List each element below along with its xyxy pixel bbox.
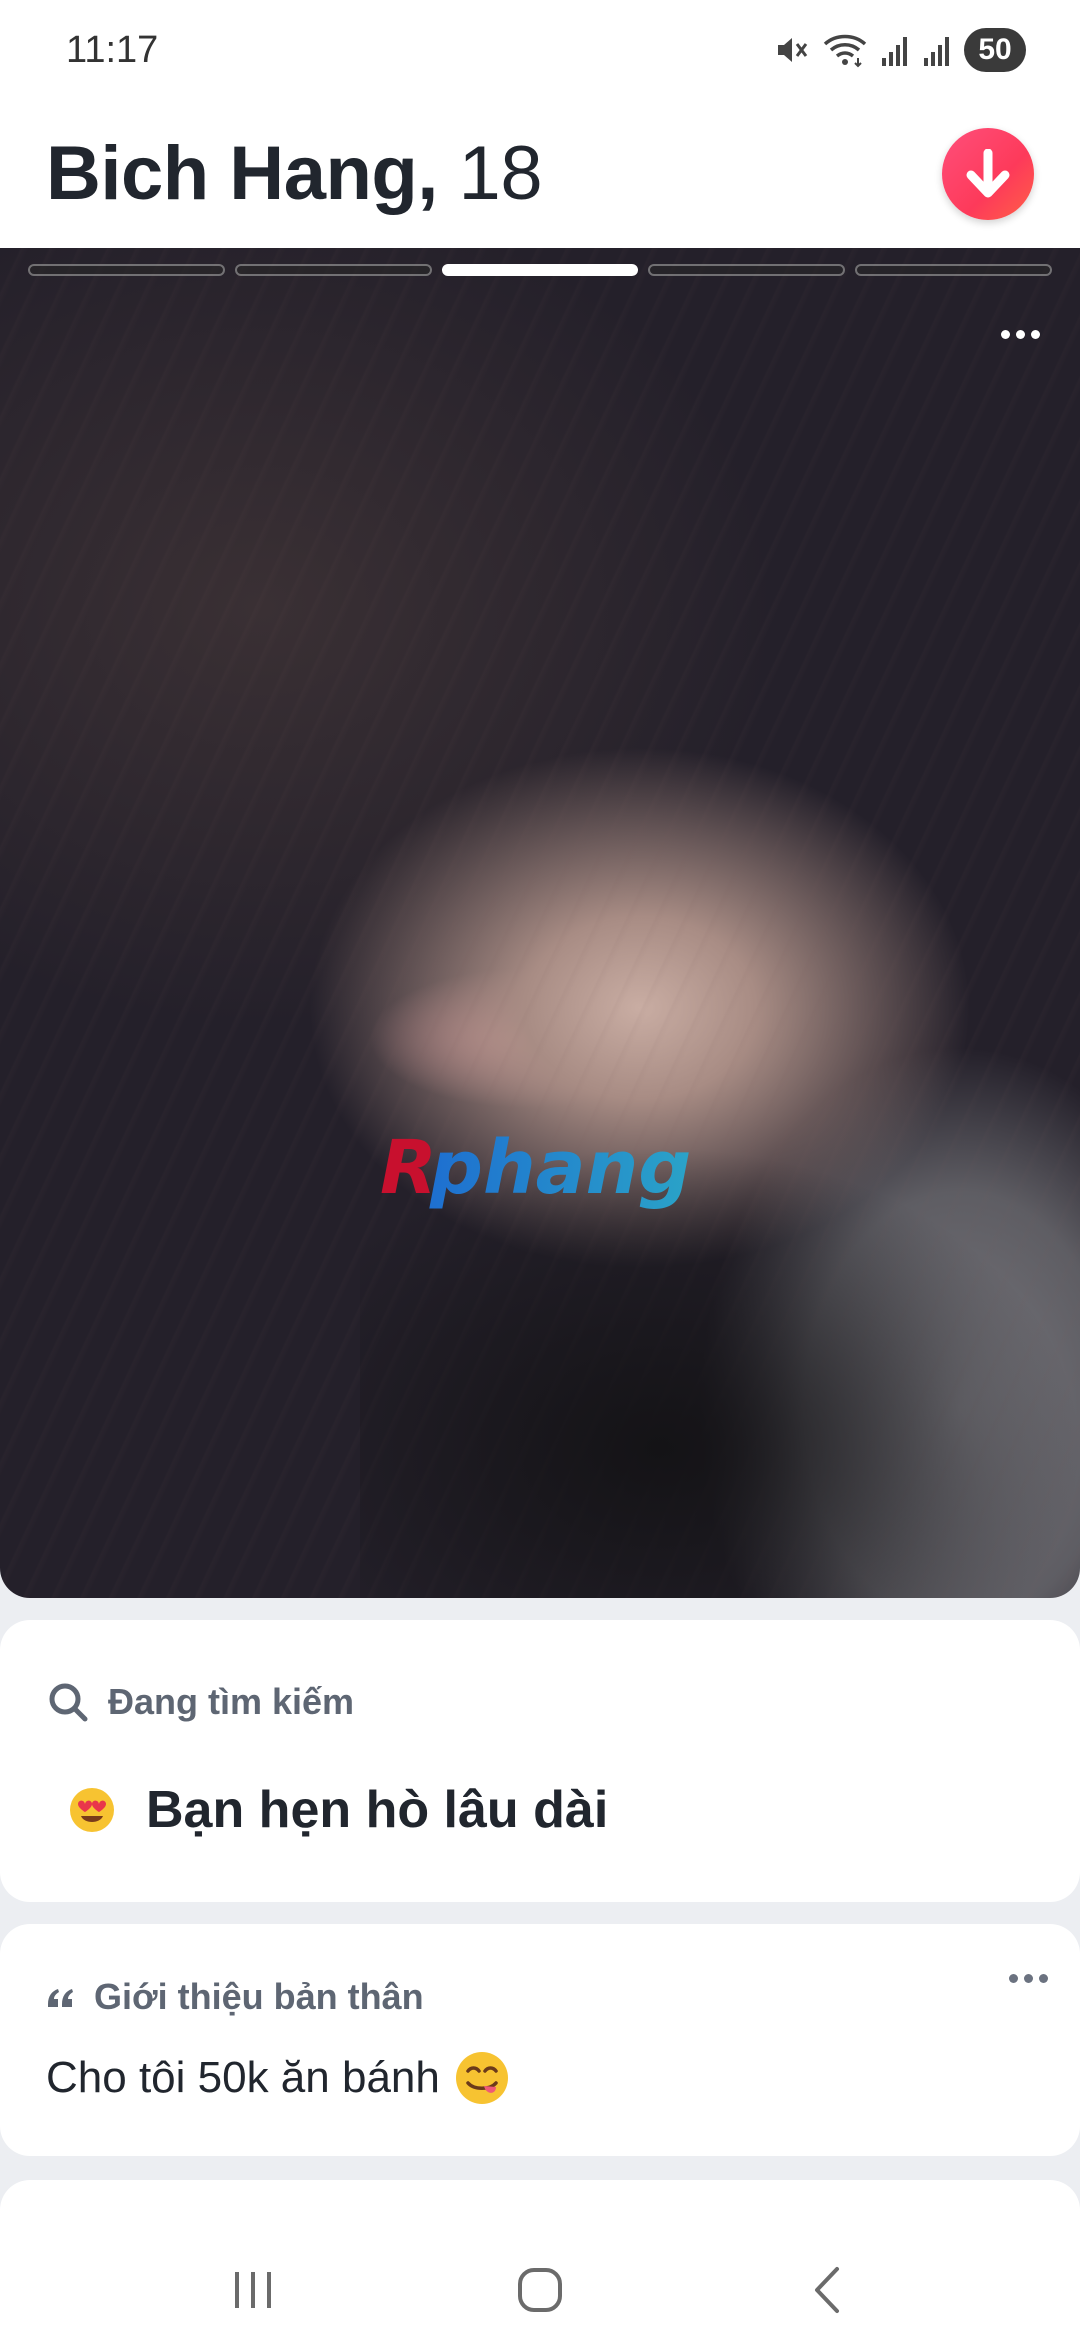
back-button[interactable] [767, 2250, 887, 2330]
yum-emoji [455, 2052, 508, 2104]
next-card [0, 2180, 1080, 2240]
looking-for-card: Đang tìm kiếm Bạn hẹn hò lâu dài [0, 1620, 1080, 1902]
dot [1030, 329, 1040, 339]
photo-indicator[interactable] [234, 264, 432, 276]
recent-apps-button[interactable] [193, 2250, 313, 2330]
profile-photo[interactable]: R phang [0, 248, 1080, 1598]
dot [1009, 1974, 1018, 1983]
looking-for-text: Bạn hẹn hò lâu dài [146, 1781, 609, 1839]
wifi-icon [823, 34, 867, 68]
back-icon [814, 2267, 839, 2313]
about-more-button[interactable] [1009, 1974, 1048, 1983]
signal-icon [882, 37, 907, 66]
dot [1024, 1974, 1033, 1983]
heart-eyes-emoji [70, 1788, 114, 1832]
collapse-profile-button[interactable] [942, 128, 1034, 220]
search-icon [49, 1683, 88, 1722]
looking-for-label: Đang tìm kiếm [108, 1681, 355, 1722]
status-time: 11:17 [66, 28, 159, 71]
photo-indicator-active[interactable] [441, 264, 639, 276]
battery-icon: 50 [964, 28, 1026, 72]
dot [1000, 329, 1010, 339]
home-icon [517, 2268, 562, 2312]
profile-header: Bich Hang, 18 [0, 100, 1080, 248]
looking-for-value: Bạn hẹn hò lâu dài [68, 1780, 608, 1840]
photo-indicators [28, 264, 1052, 278]
about-body: Cho tôi 50k ăn bánh [46, 2050, 510, 2106]
about-label: Giới thiệu bản thân [94, 1976, 424, 2017]
profile-name: Bich Hang, [46, 131, 438, 216]
watermark-letter: R [380, 1125, 437, 1211]
recent-apps-icon [235, 2272, 272, 2308]
quote-icon [48, 1989, 73, 2007]
about-text: Cho tôi 50k ăn bánh [46, 2053, 440, 2102]
about-heading: Giới thiệu bản thân [46, 1976, 424, 2018]
watermark-text: phang [429, 1125, 691, 1211]
looking-for-heading: Đang tìm kiếm [46, 1680, 354, 1724]
arrow-down-icon [966, 149, 1010, 198]
photo-indicator[interactable] [855, 264, 1052, 276]
home-button[interactable] [480, 2250, 600, 2330]
system-nav-bar [0, 2240, 1080, 2340]
watermark-logo: R phang [380, 1125, 691, 1211]
signal-icon [924, 37, 949, 66]
about-card: Giới thiệu bản thân Cho tôi 50k ăn bánh [0, 1924, 1080, 2156]
mute-icon [778, 38, 808, 62]
photo-more-button[interactable] [990, 314, 1050, 354]
photo-indicator[interactable] [648, 264, 846, 276]
profile-age: 18 [458, 131, 543, 216]
dot [1015, 329, 1025, 339]
status-bar: 11:17 50 [0, 0, 1080, 100]
photo-indicator[interactable] [28, 264, 225, 276]
dot [1039, 1974, 1048, 1983]
profile-title: Bich Hang, 18 [46, 136, 543, 212]
status-icons: 50 [774, 28, 1026, 72]
profile-screen: 11:17 50 Bich Hang, 18 R phang Đang tìm … [0, 0, 1080, 2340]
